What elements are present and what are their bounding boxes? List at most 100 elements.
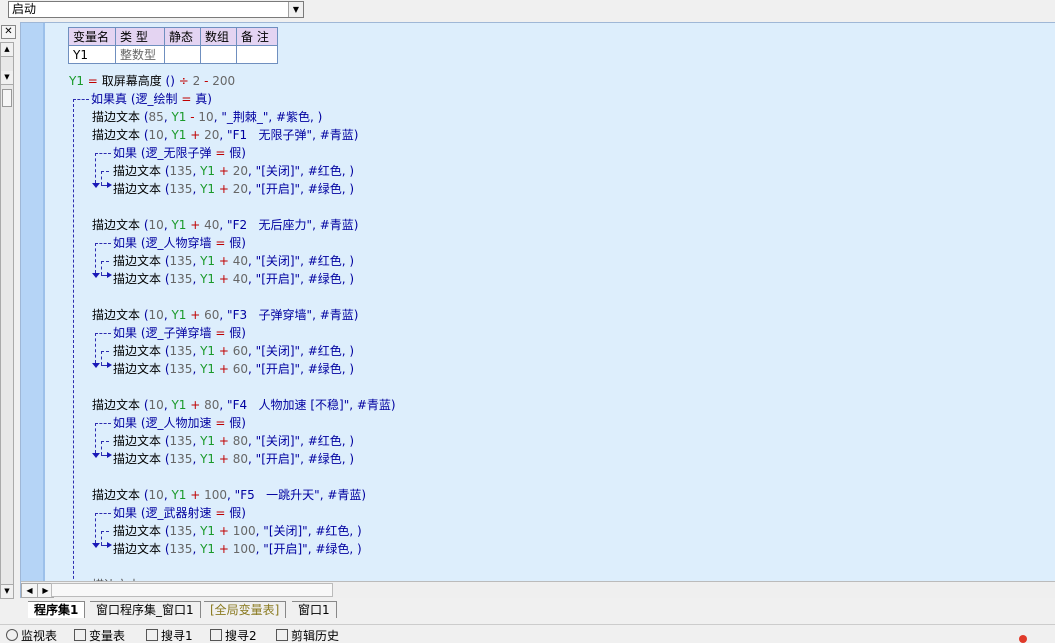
num-token: 2 <box>192 74 201 88</box>
cond-token: (逻_人物加速 = 假) <box>140 416 246 430</box>
code-line-label[interactable]: 描边文本 (10, Y1 + 100, "F5 一跳升天", #青蓝) <box>92 487 366 503</box>
args-token: (135, Y1 + 80, "[开启]", #绿色, ) <box>164 452 355 466</box>
code-line-off[interactable]: 描边文本 (135, Y1 + 80, "[关闭]", #红色, ) <box>113 433 354 449</box>
code-line-on[interactable]: 描边文本 (135, Y1 + 80, "[开启]", #绿色, ) <box>113 451 354 467</box>
cmd-token: 描边文本 <box>92 488 141 502</box>
panel-variables[interactable]: 变量表 <box>74 629 125 643</box>
panel-search1[interactable]: 搜寻1 <box>146 629 193 643</box>
cell-var-name[interactable]: Y1 <box>68 45 116 64</box>
cell-note[interactable] <box>236 45 278 64</box>
code-line-on[interactable]: 描边文本 (135, Y1 + 60, "[开启]", #绿色, ) <box>113 361 354 377</box>
scroll-left-icon[interactable]: ◀ <box>21 583 38 598</box>
code-line-if[interactable]: 如果 (逻_子弹穿墙 = 假) <box>113 325 246 341</box>
horizontal-scrollbar[interactable]: ◀ ▶ <box>21 581 1055 598</box>
code-line-if[interactable]: 如果 (逻_人物加速 = 假) <box>113 415 246 431</box>
cell-array[interactable] <box>200 45 237 64</box>
func-token: 取屏幕高度 <box>101 74 162 88</box>
panel-watch[interactable]: 监视表 <box>6 629 57 643</box>
code-line-on[interactable]: 描边文本 (135, Y1 + 40, "[开启]", #绿色, ) <box>113 271 354 287</box>
code-line-off[interactable]: 描边文本 (135, Y1 + 40, "[关闭]", #红色, ) <box>113 253 354 269</box>
flow-arrow-right-icon <box>107 542 112 548</box>
op-token: ÷ <box>178 74 189 88</box>
flow-arrow-right-icon <box>107 272 112 278</box>
clipboard-icon <box>276 629 288 641</box>
code-line-label[interactable]: 描边文本 (10, Y1 + 80, "F4 人物加速 [不稳]", #青蓝) <box>92 397 396 413</box>
flow-line <box>101 531 102 545</box>
cmd-token: 描边文本 <box>92 110 141 124</box>
scroll-thumb[interactable] <box>2 89 12 107</box>
code-line-off[interactable]: 描边文本 (135, Y1 + 20, "[关闭]", #红色, ) <box>113 163 354 179</box>
cmd-token: 描边文本 <box>113 452 162 466</box>
var-token: Y1 <box>69 74 84 88</box>
flow-line <box>95 153 96 183</box>
search-icon <box>210 629 222 641</box>
panel-search2[interactable]: 搜寻2 <box>210 629 257 643</box>
flow-line <box>101 351 109 352</box>
args-token: (135, Y1 + 40, "[关闭]", #红色, ) <box>164 254 355 268</box>
args-token: (135, Y1 + 60, "[开启]", #绿色, ) <box>164 362 355 376</box>
keyword-token: 如果 <box>113 326 138 340</box>
code-line-title[interactable]: 描边文本 (85, Y1 - 10, "_荆棘_", #紫色, ) <box>92 109 322 125</box>
keyword-token: 如果 <box>113 506 138 520</box>
cell-type[interactable]: 整数型 <box>115 45 165 64</box>
cmd-token: 描边文本 <box>113 524 162 538</box>
cmd-token: 描边文本 <box>113 164 162 178</box>
line-gutter <box>21 23 43 598</box>
cmd-token: 描边文本 <box>92 308 141 322</box>
panel-label: 监视表 <box>21 629 58 643</box>
code-line-if[interactable]: 如果 (逻_无限子弹 = 假) <box>113 145 246 161</box>
code-line-if[interactable]: 如果 (逻_武器射速 = 假) <box>113 505 246 521</box>
cmd-token: 描边文本 <box>92 128 141 142</box>
chevron-down-icon[interactable]: ▼ <box>288 2 303 17</box>
tab-global-vars[interactable]: [全局变量表] <box>204 601 287 618</box>
args-token: (10, Y1 + 20, "F1 无限子弹", #青蓝) <box>143 128 359 142</box>
hscroll-thumb[interactable] <box>51 583 333 597</box>
args-token: (135, Y1 + 80, "[关闭]", #红色, ) <box>164 434 355 448</box>
flow-arrow-down-icon <box>92 363 100 368</box>
method-selector[interactable]: 启动 ▼ <box>8 1 304 18</box>
cond-token: (逻_子弹穿墙 = 假) <box>140 326 246 340</box>
cmd-token: 描边文本 <box>113 362 162 376</box>
tab-window-program-set[interactable]: 窗口程序集_窗口1 <box>90 601 201 618</box>
flow-arrow-right-icon <box>107 452 112 458</box>
col-type: 类 型 <box>115 27 165 46</box>
args-token: (135, Y1 + 20, "[关闭]", #红色, ) <box>164 164 355 178</box>
tab-program-set1[interactable]: 程序集1 <box>28 601 86 618</box>
cell-static[interactable] <box>164 45 201 64</box>
code-line-label[interactable]: 描边文本 (10, Y1 + 60, "F3 子弹穿墙", #青蓝) <box>92 307 358 323</box>
args-token: (135, Y1 + 60, "[关闭]", #红色, ) <box>164 344 355 358</box>
code-line-off[interactable]: 描边文本 (135, Y1 + 60, "[关闭]", #红色, ) <box>113 343 354 359</box>
flow-line <box>73 99 89 100</box>
code-line-label[interactable]: 描边文本 (10, Y1 + 40, "F2 无后座力", #青蓝) <box>92 217 358 233</box>
flow-line <box>101 441 109 442</box>
code-editor[interactable]: 变量名 类 型 静态 数组 备 注 Y1 整数型 Y1 = 取屏幕高度 () ÷… <box>20 22 1055 598</box>
module-tabs: 程序集1 窗口程序集_窗口1 [全局变量表] 窗口1 <box>20 599 1055 621</box>
code-line-on[interactable]: 描边文本 (135, Y1 + 20, "[开启]", #绿色, ) <box>113 181 354 197</box>
keyword-token: 如果真 <box>91 92 128 106</box>
code-line-if-true[interactable]: 如果真 (逻_绘制 = 真) <box>91 91 212 107</box>
args-token: (135, Y1 + 40, "[开启]", #绿色, ) <box>164 272 355 286</box>
code-line-off[interactable]: 描边文本 (135, Y1 + 100, "[关闭]", #红色, ) <box>113 523 362 539</box>
panel-label: 搜寻2 <box>225 629 257 643</box>
close-icon[interactable]: ✕ <box>1 25 16 39</box>
panel-label: 剪辑历史 <box>291 629 340 643</box>
code-line-label[interactable]: 描边文本 (10, Y1 + 20, "F1 无限子弹", #青蓝) <box>92 127 358 143</box>
args-token: (10, Y1 + 40, "F2 无后座力", #青蓝) <box>143 218 359 232</box>
method-selector-value: 启动 <box>12 2 37 16</box>
scroll-down-icon[interactable]: ▼ <box>1 71 13 85</box>
code-line-assign[interactable]: Y1 = 取屏幕高度 () ÷ 2 - 200 <box>69 73 235 89</box>
tab-window1[interactable]: 窗口1 <box>292 601 337 618</box>
code-line-if[interactable]: 如果 (逻_人物穿墙 = 假) <box>113 235 246 251</box>
panel-clip-history[interactable]: 剪辑历史 <box>276 629 339 643</box>
keyword-token: 如果 <box>113 236 138 250</box>
scroll-bottom-icon[interactable]: ▼ <box>1 584 13 598</box>
flow-line <box>73 99 74 598</box>
vertical-scrollbar[interactable]: ▲ ▼ ▼ <box>0 42 14 599</box>
panel-label: 变量表 <box>89 629 126 643</box>
top-bar: 启动 ▼ <box>0 0 1055 22</box>
code-line-on[interactable]: 描边文本 (135, Y1 + 100, "[开启]", #绿色, ) <box>113 541 362 557</box>
args-token: (135, Y1 + 20, "[开启]", #绿色, ) <box>164 182 355 196</box>
scroll-up-icon[interactable]: ▲ <box>1 43 13 57</box>
cmd-token: 描边文本 <box>92 218 141 232</box>
flow-arrow-right-icon <box>107 182 112 188</box>
